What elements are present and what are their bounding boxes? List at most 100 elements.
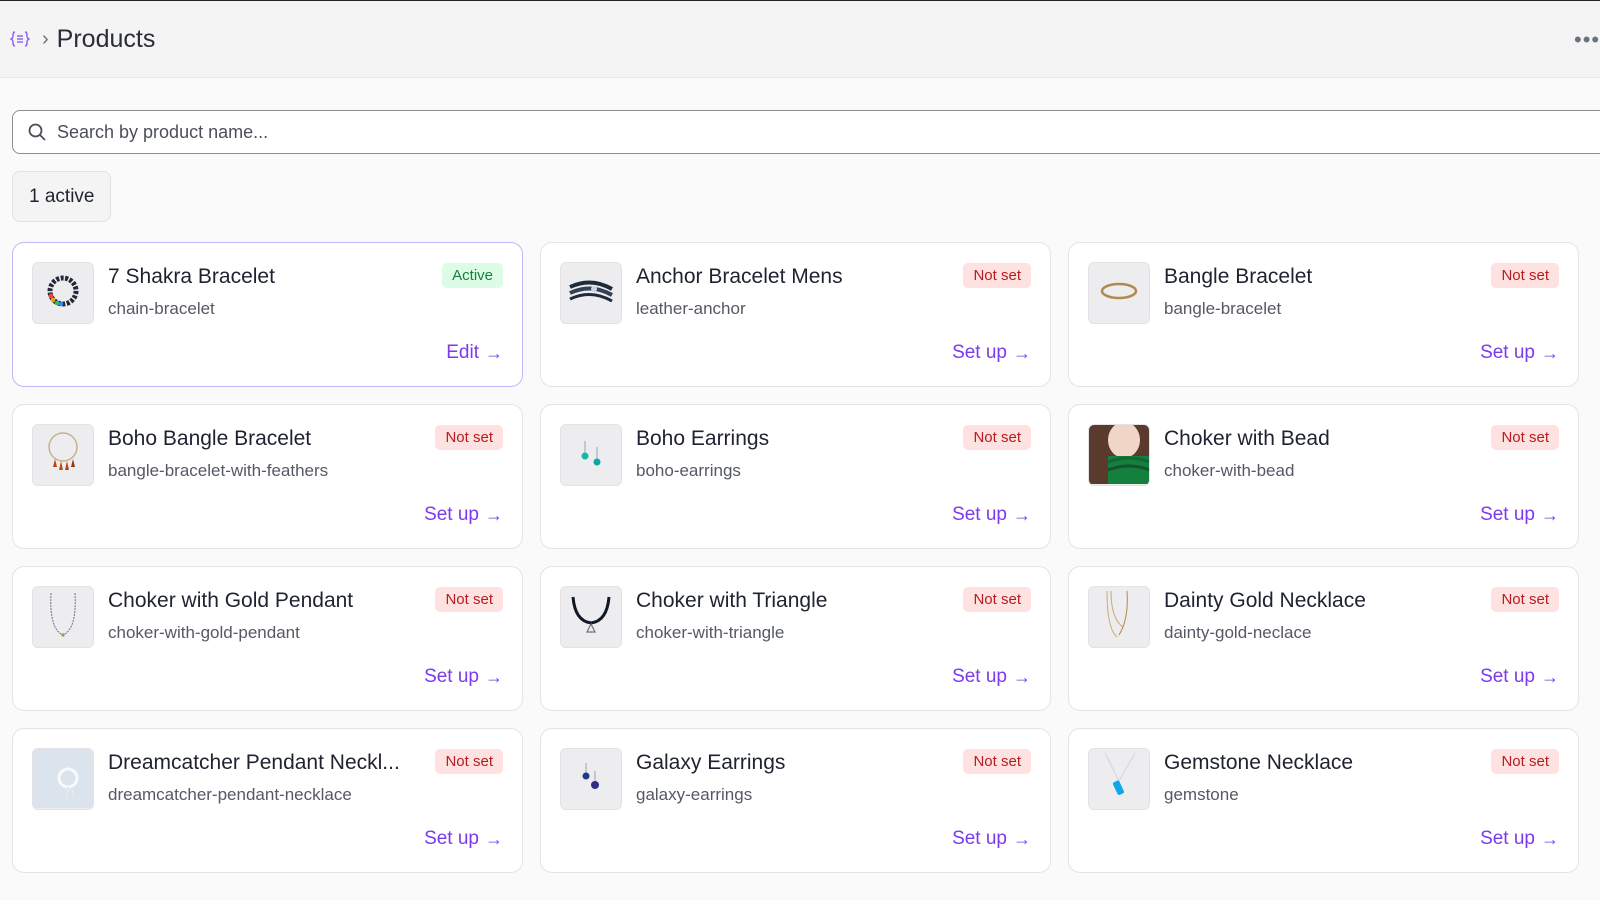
product-thumbnail [560,424,622,486]
action-label: Set up [424,828,479,849]
product-slug: leather-anchor [636,299,746,318]
product-name: Bangle Bracelet [1164,265,1313,288]
action-label: Set up [952,342,1007,363]
arrow-right-icon: → [1541,504,1559,525]
product-thumbnail [560,748,622,810]
set-up-button[interactable]: Set up → [1480,342,1559,364]
product-grid: 7 Shakra Bracelet chain-bracelet Active Edi… [12,242,1600,873]
status-badge: Not set [963,263,1031,288]
dreamcatcher-pendant-icon [33,749,93,809]
product-slug: bangle-bracelet [1164,299,1282,318]
action-label: Set up [952,666,1007,687]
page-header: › Products ••• [0,1,1600,78]
status-badge: Not set [963,749,1031,774]
product-name: Gemstone Necklace [1164,751,1354,774]
turquoise-earrings-icon [571,433,611,478]
set-up-button[interactable]: Set up → [424,828,503,850]
product-thumbnail [560,586,622,648]
gemstone-pendant-icon [1097,751,1141,808]
product-name: Anchor Bracelet Mens [636,265,843,288]
status-badge: Not set [435,425,503,450]
set-up-button[interactable]: Set up → [1480,828,1559,850]
product-name: Galaxy Earrings [636,751,786,774]
action-label: Set up [1480,828,1535,849]
leather-bracelet-icon [566,271,616,316]
product-thumbnail [1088,748,1150,810]
blue-earrings-icon [571,757,611,802]
product-name: 7 Shakra Bracelet [108,265,275,288]
feather-bangle-icon [41,429,85,482]
set-up-button[interactable]: Set up → [952,504,1031,526]
status-badge: Not set [435,587,503,612]
beaded-bracelet-icon [41,269,85,318]
search-input[interactable] [57,121,1457,143]
product-slug: dainty-gold-neclace [1164,623,1312,642]
status-badge: Not set [435,749,503,774]
arrow-right-icon: → [1013,666,1031,687]
product-thumbnail [32,262,94,324]
status-badge: Not set [963,587,1031,612]
product-card[interactable]: Galaxy Earrings galaxy-earrings Not set Set… [540,728,1051,873]
braces-list-icon[interactable] [10,29,30,49]
product-card[interactable]: Boho Earrings boho-earrings Not set Set up → [540,404,1051,549]
product-slug: dreamcatcher-pendant-necklace [108,785,352,804]
set-up-button[interactable]: Set up → [952,828,1031,850]
set-up-button[interactable]: Set up → [1480,666,1559,688]
arrow-right-icon: → [1013,504,1031,525]
set-up-button[interactable]: Set up → [1480,504,1559,526]
page-title: Products [56,24,156,53]
arrow-right-icon: → [485,342,503,363]
set-up-button[interactable]: Set up → [424,666,503,688]
product-name: Boho Earrings [636,427,770,450]
status-badge: Not set [1491,587,1559,612]
product-thumbnail [1088,262,1150,324]
product-slug: choker-with-bead [1164,461,1295,480]
product-thumbnail [32,424,94,486]
product-name: Choker with Bead [1164,427,1330,450]
product-card[interactable]: Anchor Bracelet Mens leather-anchor Not se… [540,242,1051,387]
product-slug: boho-earrings [636,461,741,480]
black-choker-icon [567,591,615,644]
search-bar[interactable] [12,110,1600,154]
product-name: Choker with Gold Pendant [108,589,354,612]
arrow-right-icon: → [485,828,503,849]
status-badge: Not set [963,425,1031,450]
more-horizontal-icon[interactable]: ••• [1574,29,1600,51]
product-card[interactable]: 7 Shakra Bracelet chain-bracelet Active Edi… [12,242,523,387]
action-label: Set up [952,828,1007,849]
product-card[interactable]: Choker with Triangle choker-with-triangle… [540,566,1051,711]
action-label: Set up [424,666,479,687]
active-filter-chip[interactable]: 1 active [12,171,112,222]
product-card[interactable]: Choker with Bead choker-with-bead Not set S… [1068,404,1579,549]
action-label: Set up [1480,342,1535,363]
product-thumbnail [32,748,94,810]
set-up-button[interactable]: Set up → [952,342,1031,364]
product-name: Dainty Gold Necklace [1164,589,1366,612]
status-badge: Not set [1491,425,1559,450]
product-card[interactable]: Choker with Gold Pendant choker-with-gold… [12,566,523,711]
product-slug: choker-with-gold-pendant [108,623,300,642]
product-name: Choker with Triangle [636,589,828,612]
edit-button[interactable]: Edit → [446,342,503,364]
status-badge: Active [442,263,503,288]
breadcrumb-separator: › [42,28,49,50]
status-badge: Not set [1491,749,1559,774]
arrow-right-icon: → [1541,342,1559,363]
product-thumbnail [32,586,94,648]
arrow-right-icon: → [1013,828,1031,849]
thin-necklace-icon [41,589,85,646]
search-icon [28,123,46,141]
arrow-right-icon: → [485,504,503,525]
product-card[interactable]: Bangle Bracelet bangle-bracelet Not set Set… [1068,242,1579,387]
product-card[interactable]: Boho Bangle Bracelet bangle-bracelet-with… [12,404,523,549]
set-up-button[interactable]: Set up → [424,504,503,526]
arrow-right-icon: → [1541,666,1559,687]
action-label: Set up [1480,666,1535,687]
set-up-button[interactable]: Set up → [952,666,1031,688]
product-card[interactable]: Dreamcatcher Pendant Neckl... dreamcatche… [12,728,523,873]
arrow-right-icon: → [1541,828,1559,849]
gold-bangle-icon [1097,276,1141,311]
product-card[interactable]: Gemstone Necklace gemstone Not set Set up → [1068,728,1579,873]
action-label: Edit [446,342,479,363]
product-card[interactable]: Dainty Gold Necklace dainty-gold-neclace N… [1068,566,1579,711]
